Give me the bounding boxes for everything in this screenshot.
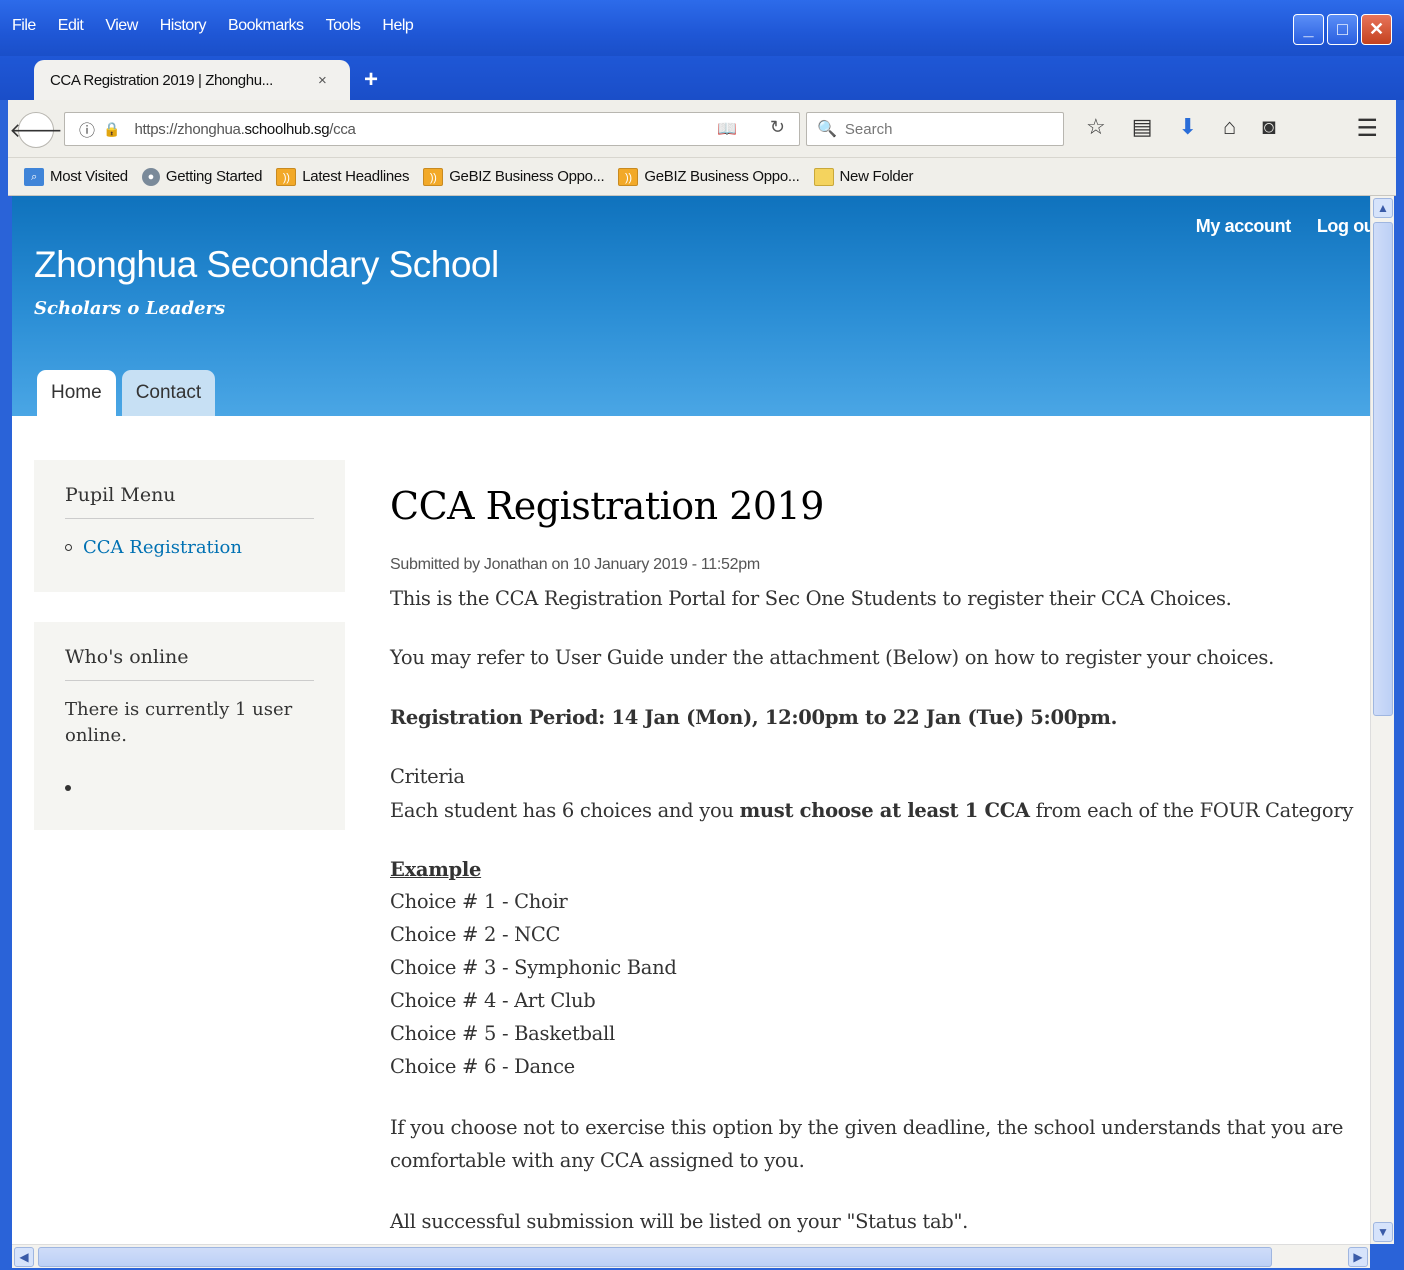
submitted-info: Submitted by Jonathan on 10 January 2019… (390, 556, 760, 573)
main-menu: Home Contact (37, 370, 216, 416)
download-icon[interactable]: ⬇ (1179, 114, 1197, 140)
browser-tab[interactable]: CCA Registration 2019 | Zhonghu... × (34, 60, 350, 100)
vertical-scroll-thumb[interactable] (1373, 222, 1393, 716)
choice-item: Choice # 5 - Basketball (390, 1022, 615, 1045)
deadline-text-line2: comfortable with any CCA assigned to you… (390, 1149, 805, 1172)
reading-list-icon[interactable]: ▤ (1132, 114, 1153, 140)
scroll-left-icon[interactable]: ◀ (14, 1247, 34, 1267)
site-slogan: Scholars o Leaders (34, 298, 226, 319)
globe-icon: ● (141, 167, 160, 186)
bookmark-star-icon[interactable]: ☆ (1086, 114, 1106, 140)
menu-view[interactable]: View (105, 17, 138, 35)
criteria-label: Criteria (390, 765, 465, 788)
menu-help[interactable]: Help (382, 17, 413, 35)
whos-online-block: Who's online There is currently 1 user o… (34, 622, 345, 830)
search-input[interactable]: 🔍 Search (806, 112, 1064, 146)
back-arrow-icon[interactable]: 🡐 (9, 112, 63, 148)
registration-period: Registration Period: 14 Jan (Mon), 12:00… (390, 706, 1118, 729)
site-header: My account Log out Zhonghua Secondary Sc… (12, 196, 1370, 416)
bookmark-new-folder[interactable]: New Folder (813, 167, 914, 186)
title-bar: File Edit View History Bookmarks Tools H… (0, 0, 1404, 56)
new-tab-icon[interactable]: + (364, 66, 378, 94)
pocket-icon[interactable]: ◙ (1262, 114, 1275, 140)
list-bullet (65, 544, 72, 551)
window-controls: _ □ ✕ (1293, 14, 1392, 45)
navigation-toolbar: 🡐 ⓘ 🔒 https://zhonghua.schoolhub.sg/cca … (8, 100, 1396, 158)
menu-bar: File Edit View History Bookmarks Tools H… (12, 17, 414, 35)
reload-icon[interactable]: ↻ (770, 117, 785, 138)
tab-strip: CCA Registration 2019 | Zhonghu... × + (0, 56, 1404, 100)
main-content: CCA Registration 2019 Submitted by Jonat… (390, 484, 1370, 1238)
maximize-icon[interactable]: □ (1327, 14, 1358, 45)
bookmark-most-visited[interactable]: ⌕ Most Visited (24, 167, 128, 186)
lock-icon[interactable]: 🔒 (103, 121, 120, 138)
intro-text: This is the CCA Registration Portal for … (390, 587, 1232, 610)
status-text: All successful submission will be listed… (390, 1210, 969, 1233)
guide-text: You may refer to User Guide under the at… (390, 646, 1274, 669)
hamburger-menu-icon[interactable]: ☰ (1356, 114, 1378, 143)
pupil-menu-title: Pupil Menu (65, 484, 314, 519)
reader-view-icon[interactable]: 📖 (717, 119, 737, 139)
browser-window: File Edit View History Bookmarks Tools H… (0, 0, 1404, 1270)
bookmark-gebiz-2[interactable]: )) GeBIZ Business Oppo... (618, 167, 800, 186)
bookmark-gebiz-1[interactable]: )) GeBIZ Business Oppo... (423, 167, 605, 186)
pupil-menu-block: Pupil Menu CCA Registration (34, 460, 345, 592)
scroll-down-icon[interactable]: ▼ (1373, 1222, 1393, 1242)
list-bullet (65, 785, 71, 791)
horizontal-scrollbar[interactable]: ◀ ▶ (12, 1244, 1370, 1268)
page-title: CCA Registration 2019 (390, 484, 824, 528)
online-count-text: There is currently 1 user online. (65, 699, 293, 746)
toolbar-icons: ☆ ▤ ⬇ ⌂ ◙ (1086, 114, 1276, 140)
bookmark-latest-headlines[interactable]: )) Latest Headlines (276, 167, 409, 186)
choice-item: Choice # 4 - Art Club (390, 989, 596, 1012)
vertical-scrollbar[interactable]: ▲ ▼ (1370, 196, 1394, 1244)
page-viewport: My account Log out Zhonghua Secondary Sc… (12, 196, 1370, 1244)
minimize-icon[interactable]: _ (1293, 14, 1324, 45)
menu-file[interactable]: File (12, 17, 36, 35)
menu-history[interactable]: History (160, 17, 207, 35)
choice-item: Choice # 3 - Symphonic Band (390, 956, 677, 979)
menu-bookmarks[interactable]: Bookmarks (228, 17, 304, 35)
info-icon[interactable]: ⓘ (79, 117, 95, 141)
url-text: https://zhonghua.schoolhub.sg/cca (134, 120, 356, 138)
folder-icon (813, 167, 834, 186)
tab-contact[interactable]: Contact (121, 370, 216, 416)
home-icon[interactable]: ⌂ (1223, 114, 1236, 140)
whos-online-title: Who's online (65, 646, 314, 681)
bookmark-getting-started[interactable]: ● Getting Started (141, 167, 263, 186)
tab-close-icon[interactable]: × (318, 72, 327, 89)
sidebar-item-cca-registration[interactable]: CCA Registration (65, 537, 314, 558)
rss-icon: )) (423, 167, 444, 186)
search-icon: 🔍 (817, 121, 837, 138)
close-window-icon[interactable]: ✕ (1361, 14, 1392, 45)
choice-item: Choice # 6 - Dance (390, 1055, 575, 1078)
deadline-text-line1: If you choose not to exercise this optio… (390, 1116, 1344, 1139)
tab-home[interactable]: Home (37, 370, 116, 416)
my-account-link[interactable]: My account (1196, 216, 1291, 237)
example-label: Example (390, 858, 482, 881)
rss-icon: )) (276, 167, 297, 186)
criteria-text: Each student has 6 choices and you must … (390, 799, 1354, 822)
log-out-link[interactable]: Log out (1317, 216, 1370, 237)
bookmarks-bar: ⌕ Most Visited ● Getting Started )) Latest … (8, 158, 1396, 196)
menu-edit[interactable]: Edit (58, 17, 84, 35)
url-bar[interactable]: ⓘ 🔒 https://zhonghua.schoolhub.sg/cca 📖 … (64, 112, 800, 146)
scroll-up-icon[interactable]: ▲ (1373, 198, 1393, 218)
site-name[interactable]: Zhonghua Secondary School (34, 244, 499, 286)
secondary-menu: My account Log out (1196, 216, 1370, 237)
tab-title: CCA Registration 2019 | Zhonghu... (50, 71, 273, 89)
horizontal-scroll-thumb[interactable] (38, 1247, 1272, 1267)
menu-tools[interactable]: Tools (326, 17, 361, 35)
scroll-right-icon[interactable]: ▶ (1348, 1247, 1368, 1267)
rss-icon: )) (618, 167, 639, 186)
choice-item: Choice # 1 - Choir (390, 890, 568, 913)
search-placeholder: Search (844, 120, 893, 138)
choice-item: Choice # 2 - NCC (390, 923, 561, 946)
most-visited-icon: ⌕ (24, 167, 44, 186)
